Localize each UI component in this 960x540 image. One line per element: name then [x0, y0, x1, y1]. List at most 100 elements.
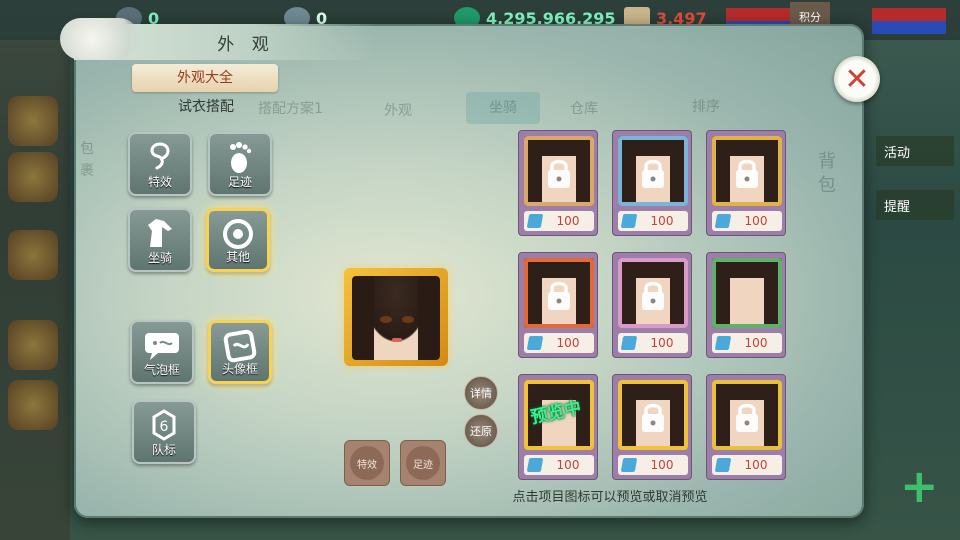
frame-thumbnail [618, 136, 688, 206]
ticket-icon [526, 214, 544, 228]
close-icon: ✕ [844, 61, 870, 97]
frame-item[interactable]: 100 [706, 374, 786, 480]
faded-tab: 外观 [384, 103, 412, 119]
price-value: 100 [556, 458, 580, 472]
frame-thumbnail [524, 258, 594, 328]
price-tag: 100 [524, 455, 594, 475]
ticket-icon [526, 336, 544, 350]
avatar [352, 276, 440, 360]
footprint-icon [210, 138, 270, 176]
panel-title: 外 观 [217, 35, 275, 55]
footprint-toggle-label: 足迹 [406, 446, 440, 480]
swirl-icon [130, 138, 190, 176]
category-effects[interactable]: 特效 [128, 132, 192, 196]
category-label: 气泡框 [143, 363, 180, 377]
frame-item[interactable]: 100 [706, 130, 786, 236]
menu-button[interactable] [8, 380, 58, 430]
price-value: 100 [744, 336, 768, 350]
ticket-icon [620, 214, 638, 228]
hint-text: 点击项目图标可以预览或取消预览 [512, 490, 708, 505]
category-mounts[interactable]: 坐骑 [128, 208, 192, 272]
frame-thumbnail [524, 136, 594, 206]
lock-icon [548, 281, 570, 310]
category-footprints[interactable]: 足迹 [208, 132, 272, 196]
faded-tab: 搭配方案1 [258, 101, 323, 117]
lock-icon [736, 159, 758, 188]
menu-button[interactable] [8, 96, 58, 146]
activity-button[interactable]: 活动 [876, 136, 954, 166]
detail-button[interactable]: 详情 [464, 376, 498, 410]
price-value: 100 [556, 214, 580, 228]
frame-thumbnail [618, 258, 688, 328]
footprint-toggle-button[interactable]: 足迹 [400, 440, 446, 486]
ticket-icon [620, 336, 638, 350]
frame-item[interactable]: 100 [706, 252, 786, 358]
horse-icon [130, 214, 190, 252]
price-tag: 100 [712, 333, 782, 353]
tab-try-on[interactable]: 试衣搭配 [156, 96, 256, 118]
price-value: 100 [556, 336, 580, 350]
price-tag: 100 [618, 211, 688, 231]
price-value: 100 [650, 214, 674, 228]
faded-tab: 坐骑 [466, 92, 540, 124]
price-value: 100 [744, 458, 768, 472]
ticket-icon [526, 458, 544, 472]
price-tag: 100 [618, 455, 688, 475]
frame-item[interactable]: 100 [612, 252, 692, 358]
plus-icon[interactable]: + [900, 463, 944, 509]
close-button[interactable]: ✕ [834, 56, 880, 102]
lock-icon [548, 159, 570, 188]
frame-thumbnail [618, 380, 688, 450]
category-speech-bubble[interactable]: 气泡框 [130, 320, 194, 384]
faded-side-label: 包裹 [80, 141, 94, 179]
category-label: 坐骑 [147, 251, 172, 265]
lock-icon [642, 281, 664, 310]
menu-button[interactable] [8, 230, 58, 280]
ticket-icon [714, 458, 732, 472]
price-tag: 100 [712, 211, 782, 231]
menu-button[interactable] [8, 152, 58, 202]
price-tag: 100 [712, 455, 782, 475]
restore-button[interactable]: 还原 [464, 414, 498, 448]
ticket-icon [714, 214, 732, 228]
price-tag: 100 [618, 333, 688, 353]
effect-toggle-label: 特效 [350, 446, 384, 480]
ticket-icon [714, 336, 732, 350]
frame-item[interactable]: 100 [518, 252, 598, 358]
category-label: 队标 [151, 443, 176, 457]
category-label: 头像框 [221, 362, 258, 376]
faded-tab: 仓库 [570, 101, 598, 117]
avatar-preview [344, 268, 448, 366]
lock-icon [642, 159, 664, 188]
category-other[interactable]: 其他 [206, 208, 270, 272]
category-avatar-frame[interactable]: 头像框 [208, 320, 272, 384]
price-value: 100 [650, 458, 674, 472]
price-tag: 100 [524, 211, 594, 231]
price-tag: 100 [524, 333, 594, 353]
lock-icon [642, 403, 664, 432]
category-team-emblem[interactable]: 6 队标 [132, 400, 196, 464]
menu-button[interactable] [8, 320, 58, 370]
frame-thumbnail [712, 380, 782, 450]
effect-toggle-button[interactable]: 特效 [344, 440, 390, 486]
reminder-button[interactable]: 提醒 [876, 190, 954, 220]
frame-thumbnail [712, 258, 782, 328]
team-emblem-icon: 6 [134, 406, 194, 444]
ticket-icon [620, 458, 638, 472]
cloud-ornament-icon [60, 18, 140, 60]
lock-icon [736, 403, 758, 432]
price-value: 100 [744, 214, 768, 228]
frame-thumbnail [712, 136, 782, 206]
category-label: 特效 [147, 175, 172, 189]
category-label: 足迹 [227, 175, 252, 189]
price-value: 100 [650, 336, 674, 350]
category-label: 其他 [225, 250, 250, 264]
game-screen: 0 0 4,295,966,295 3,497 积分 活动 提醒 + 外 观 ✕… [0, 0, 960, 540]
frame-item[interactable]: 100 [612, 374, 692, 480]
faded-tab: 排序 [692, 99, 720, 115]
faded-side-label: 背包 [818, 151, 836, 196]
svg-text:6: 6 [160, 419, 169, 435]
frame-item[interactable]: 100 [612, 130, 692, 236]
frame-item[interactable]: 100 [518, 130, 598, 236]
tab-appearance-collection[interactable]: 外观大全 [132, 64, 278, 92]
